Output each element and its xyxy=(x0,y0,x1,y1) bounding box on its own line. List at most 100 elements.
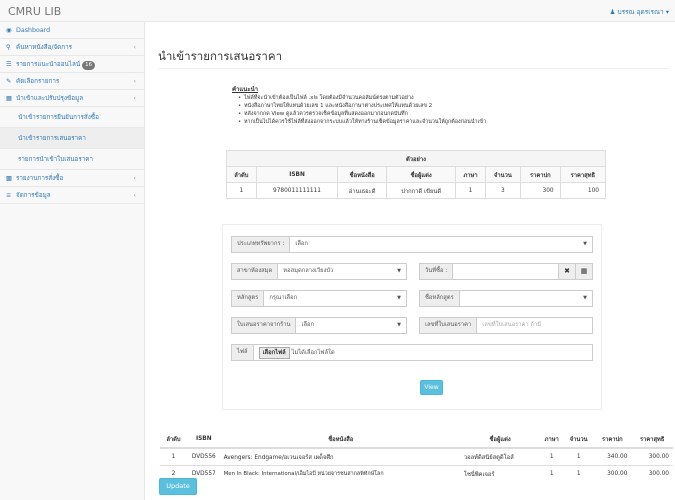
file-status: ไม่ได้เลือกไฟล์ใด xyxy=(291,350,335,356)
branch-group: สาขาห้องสมุด หอสมุดกลางเวียงบัว ▼ xyxy=(231,263,407,280)
close-icon[interactable]: ✖ xyxy=(559,263,576,280)
branch-label: สาขาห้องสมุด xyxy=(231,263,278,280)
table-cell: 1 xyxy=(226,182,257,199)
table-cell: อ่านเธอะดี xyxy=(337,182,388,199)
column-header: ภาษา xyxy=(539,431,565,449)
course-value: กรุณาเลือก xyxy=(269,295,298,301)
column-header: ราคาปก xyxy=(520,166,561,183)
file-group: ไฟล์ เลือกไฟล์ ไม่ได้เลือกไฟล์ใด xyxy=(231,344,593,361)
caret-down-icon: ▼ xyxy=(583,295,587,301)
course-select[interactable]: กรุณาเลือก ▼ xyxy=(263,290,407,307)
sidebar-subitem-import-order-confirm[interactable]: นำเข้ารายการยืนยันการสั่งซื้อ xyxy=(0,107,144,128)
sidebar-item-label: นำเข้าและปรับปรุงข้อมูล xyxy=(16,95,84,102)
table-cell: 100 xyxy=(559,182,607,199)
quote-from-value: เลือก xyxy=(301,322,314,328)
file-input[interactable]: เลือกไฟล์ ไม่ได้เลือกไฟล์ใด xyxy=(252,344,593,361)
sidebar-item-dashboard[interactable]: ◉ Dashboard xyxy=(0,22,144,39)
column-header: ลำดับ xyxy=(160,431,187,449)
purchase-date-label: วันที่ซื้อ : xyxy=(419,263,453,280)
resource-type-group: ประเภททรัพยากร : เลือก ▼ xyxy=(231,236,593,253)
table-cell: 1 xyxy=(539,447,565,465)
example-caption: ตัวอย่าง xyxy=(226,150,606,167)
sidebar-item-import-update[interactable]: ▦ นำเข้าและปรับปรุงข้อมูล ‹ xyxy=(0,90,144,107)
resource-type-value: เลือก xyxy=(295,241,308,247)
table-row: 1 DVD556 Avengers: Endgame/อเวนเจอร์ส เผ… xyxy=(160,447,673,465)
table-cell: 300.00 xyxy=(631,464,673,482)
sidebar-item-search-books[interactable]: ⚲ ค้นหาหนังสือ/จัดการ ‹ xyxy=(0,39,144,56)
calendar-icon[interactable]: ▦ xyxy=(576,263,593,280)
sidebar-subitem-import-quotation[interactable]: นำเข้ารายการเสนอราคา xyxy=(0,128,144,149)
quote-from-select[interactable]: เลือก ▼ xyxy=(295,317,407,334)
edit-icon: ✎ xyxy=(6,78,12,85)
sidebar-item-order-report[interactable]: ▩ รายงานการสั่งซื้อ ‹ xyxy=(0,170,144,187)
column-header: ราคาสุทธิ xyxy=(631,431,673,449)
user-icon: ♟ xyxy=(609,8,616,16)
sidebar-subitem-quotation-list[interactable]: รายการนำเข้าใบเสนอราคา xyxy=(0,149,144,170)
sidebar-item-online-recommend[interactable]: ☰ รายการแนะนำออนไลน์ 16 xyxy=(0,56,144,73)
table-cell: 340.00 xyxy=(593,447,632,465)
settings-icon: ≡ xyxy=(6,192,12,199)
table-cell: ปากกาดี เขียนดี xyxy=(386,182,457,199)
table-cell: วอลท์ดิสนีย์สตูดิโอส์ xyxy=(460,447,540,465)
caret-down-icon: ▼ xyxy=(583,241,587,247)
chart-icon: ▩ xyxy=(6,175,12,182)
top-navbar: CMRU LIB ♟ บรรณ อุดรเรณา ▾ xyxy=(0,0,675,22)
resource-type-select[interactable]: เลือก ▼ xyxy=(289,236,593,253)
column-header: จำนวน xyxy=(484,166,522,183)
table-cell: 3 xyxy=(484,182,522,199)
column-header: ชื่อหนังสือ xyxy=(220,431,461,449)
update-button[interactable]: Update xyxy=(159,478,197,495)
table-cell: โซนี่พิคเจอร์ xyxy=(460,464,540,482)
purchase-date-group: วันที่ซื้อ : ✖ ▦ xyxy=(419,263,593,280)
column-header: จำนวน xyxy=(564,431,594,449)
column-header: ลำดับ xyxy=(226,166,257,183)
quote-number-input[interactable]: เลขที่ใบเสนอราคา ถ้ามี xyxy=(476,317,593,334)
sidebar-item-label: ค้นหาหนังสือ/จัดการ xyxy=(16,44,72,51)
table-cell: 300.00 xyxy=(631,447,673,465)
search-icon: ⚲ xyxy=(6,44,11,51)
view-button[interactable]: View xyxy=(420,380,443,395)
sidebar: ◉ Dashboard ⚲ ค้นหาหนังสือ/จัดการ ‹ ☰ รายการ… xyxy=(0,22,145,500)
example-table: ตัวอย่าง ลำดับ ISBN ชื่อหนังสือ ชื่อผู้แ… xyxy=(226,150,607,199)
table-cell: 9780011111111 xyxy=(255,182,339,199)
sidebar-item-manage-data[interactable]: ≡ จัดการข้อมูล ‹ xyxy=(0,187,144,204)
table-cell: 1 xyxy=(564,447,594,465)
count-badge: 16 xyxy=(82,61,96,70)
chevron-left-icon: ‹ xyxy=(133,192,136,199)
user-menu[interactable]: ♟ บรรณ อุดรเรณา ▾ xyxy=(610,7,669,17)
instruction-item: ไฟล์ที่จะนำเข้าต้องเป็นไฟล์ .xls โดยต้อง… xyxy=(238,94,638,102)
divider xyxy=(158,68,668,69)
branch-select[interactable]: หอสมุดกลางเวียงบัว ▼ xyxy=(277,263,407,280)
table-cell: 1 xyxy=(455,182,486,199)
instruction-item: หลังจากกด View ดูแล้วควรตรวจเช็คข้อมูลที… xyxy=(238,110,638,118)
sidebar-item-label: จัดการข้อมูล xyxy=(16,192,51,199)
sidebar-item-select-items[interactable]: ✎ คัดเลือกรายการ ‹ xyxy=(0,73,144,90)
course-group: หลักสูตร กรุณาเลือก ▼ xyxy=(231,290,407,307)
instruction-item: หนังสือภาษาไทยให้แทนด้วยเลข 1 และหนังสือ… xyxy=(238,102,638,110)
column-header: ISBN xyxy=(186,431,221,449)
file-label: ไฟล์ xyxy=(231,344,253,361)
column-header: ชื่อผู้แต่ง xyxy=(460,431,540,449)
table-cell: 300.00 xyxy=(593,464,632,482)
purchase-date-input[interactable] xyxy=(452,263,559,280)
caret-down-icon: ▼ xyxy=(397,295,401,301)
quote-from-label: ใบเสนอราคาจากร้าน xyxy=(231,317,296,334)
list-icon: ☰ xyxy=(6,61,12,68)
instruction-item: หากเป็นไปได้ควรใช้ไฟล์ที่ส่งออกจากระบบแล… xyxy=(238,118,638,126)
chevron-down-icon: ‹ xyxy=(133,95,136,102)
table-cell: 300 xyxy=(520,182,561,199)
caret-down-icon: ▼ xyxy=(397,322,401,328)
course-name-group: ชื่อหลักสูตร ▼ xyxy=(419,290,593,307)
brand-logo[interactable]: CMRU LIB xyxy=(8,5,61,18)
main-content: นำเข้ารายการเสนอราคา คำแนะนำ ไฟล์ที่จะนำ… xyxy=(146,22,675,500)
table-cell: DVD556 xyxy=(186,447,221,465)
sidebar-item-label: รายการแนะนำออนไลน์ xyxy=(16,61,81,68)
chevron-left-icon: ‹ xyxy=(133,44,136,51)
course-name-select[interactable]: ▼ xyxy=(458,290,593,307)
choose-file-button[interactable]: เลือกไฟล์ xyxy=(258,347,290,359)
column-header: ราคาปก xyxy=(593,431,632,449)
table-row: 1 9780011111111 อ่านเธอะดี ปากกาดี เขียน… xyxy=(226,182,607,199)
caret-down-icon: ▼ xyxy=(397,268,401,274)
caret-down-icon: ▾ xyxy=(665,8,669,16)
table-icon: ▦ xyxy=(6,95,12,102)
